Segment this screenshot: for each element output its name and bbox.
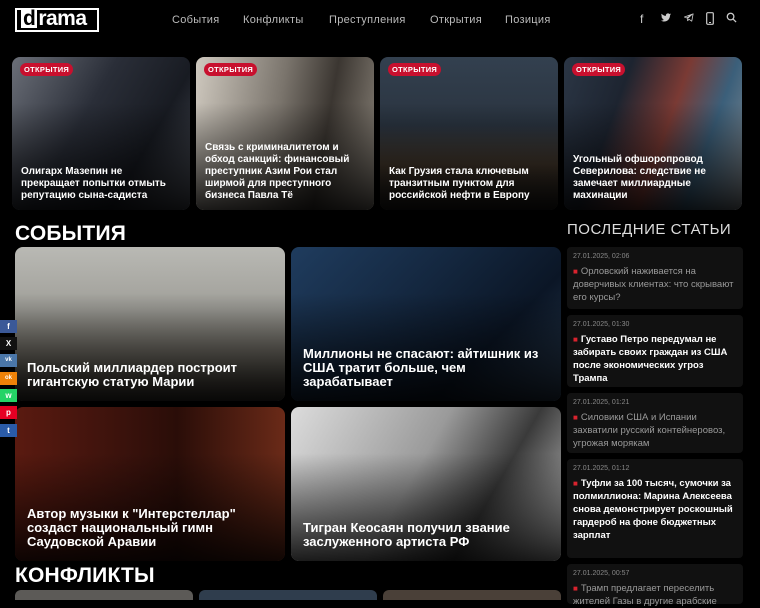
hero-title[interactable]: Как Грузия стала ключевым транзитным пун… bbox=[389, 166, 550, 202]
section-title-conflicts[interactable]: КОНФЛИКТЫ bbox=[15, 564, 155, 588]
card-title[interactable]: Тигран Кеосаян получил звание заслуженно… bbox=[303, 521, 549, 549]
hero-title[interactable]: Олигарх Мазепин не прекращает попытки от… bbox=[21, 166, 182, 202]
category-badge[interactable]: ОТКРЫТИЯ bbox=[388, 63, 442, 76]
article-date: 27.01.2025, 00:57 bbox=[573, 570, 630, 577]
camera-icon: ■ bbox=[573, 335, 578, 344]
facebook-icon[interactable]: f bbox=[640, 12, 643, 26]
category-badge[interactable]: ОТКРЫТИЯ bbox=[204, 63, 258, 76]
hero-card-1[interactable]: ОТКРЫТИЯ Олигарх Мазепин не прекращает п… bbox=[12, 57, 190, 210]
nav-conflicts[interactable]: Конфликты bbox=[243, 14, 304, 26]
card-title[interactable]: Польский миллиардер построит гигантскую … bbox=[27, 361, 273, 389]
camera-icon: ■ bbox=[573, 584, 578, 593]
search-icon[interactable] bbox=[726, 12, 737, 26]
camera-icon: ■ bbox=[573, 479, 578, 488]
nav-discoveries[interactable]: Открытия bbox=[430, 14, 482, 26]
news-card[interactable]: Тигран Кеосаян получил звание заслуженно… bbox=[291, 407, 561, 561]
telegram-icon[interactable] bbox=[683, 12, 695, 26]
share-facebook-icon[interactable]: f bbox=[0, 320, 17, 333]
latest-article[interactable]: 27.01.2025, 01:30 ■ Густаво Петро передум… bbox=[567, 315, 743, 387]
article-date: 27.01.2025, 01:30 bbox=[573, 321, 630, 328]
hero-card-2[interactable]: ОТКРЫТИЯ Связь с криминалитетом и обход … bbox=[196, 57, 374, 210]
article-title[interactable]: ■ Туфли за 100 тысяч, сумочки за полмилли… bbox=[573, 477, 737, 542]
conflict-card[interactable] bbox=[15, 590, 193, 600]
article-title[interactable]: ■ Густаво Петро передумал не забирать сво… bbox=[573, 333, 737, 385]
latest-article[interactable]: 27.01.2025, 02:06 ■ Орловский наживается … bbox=[567, 247, 743, 309]
hero-card-3[interactable]: ОТКРЫТИЯ Как Грузия стала ключевым транз… bbox=[380, 57, 558, 210]
article-date: 27.01.2025, 01:12 bbox=[573, 465, 630, 472]
card-title[interactable]: Миллионы не спасают: айтишник из США тра… bbox=[303, 347, 549, 389]
hero-title[interactable]: Угольный офшоропровод Северилова: следст… bbox=[573, 154, 734, 202]
latest-article[interactable]: 27.01.2025, 00:57 ■ Трамп предлагает пере… bbox=[567, 564, 743, 607]
category-badge[interactable]: ОТКРЫТИЯ bbox=[20, 63, 74, 76]
news-card[interactable]: Польский миллиардер построит гигантскую … bbox=[15, 247, 285, 401]
camera-icon: ■ bbox=[573, 267, 578, 276]
share-whatsapp-icon[interactable]: w bbox=[0, 389, 17, 402]
site-logo[interactable]: d rama bbox=[15, 8, 99, 32]
conflict-card[interactable] bbox=[383, 590, 561, 600]
article-title[interactable]: ■ Силовики США и Испании захватили русски… bbox=[573, 411, 737, 450]
category-badge[interactable]: ОТКРЫТИЯ bbox=[572, 63, 626, 76]
news-card[interactable]: Автор музыки к "Интерстеллар" создаст на… bbox=[15, 407, 285, 561]
share-x-icon[interactable]: X bbox=[0, 337, 17, 350]
nav-events[interactable]: События bbox=[172, 14, 220, 26]
article-date: 27.01.2025, 01:21 bbox=[573, 399, 630, 406]
camera-icon: ■ bbox=[573, 413, 578, 422]
share-telegram-icon[interactable]: t bbox=[0, 424, 17, 437]
top-bar: d rama События Конфликты Преступления Отк… bbox=[0, 0, 760, 40]
card-title[interactable]: Автор музыки к "Интерстеллар" создаст на… bbox=[27, 507, 273, 549]
latest-article[interactable]: 27.01.2025, 01:21 ■ Силовики США и Испани… bbox=[567, 393, 743, 453]
share-pinterest-icon[interactable]: p bbox=[0, 406, 17, 419]
nav-crimes[interactable]: Преступления bbox=[329, 14, 406, 26]
article-title[interactable]: ■ Орловский наживается на доверчивых клие… bbox=[573, 265, 737, 304]
twitter-icon[interactable] bbox=[660, 12, 672, 26]
latest-article[interactable]: 27.01.2025, 01:12 ■ Туфли за 100 тысяч, с… bbox=[567, 459, 743, 558]
share-vk-icon[interactable]: vk bbox=[0, 354, 17, 367]
news-card[interactable]: Миллионы не спасают: айтишник из США тра… bbox=[291, 247, 561, 401]
conflict-card[interactable] bbox=[199, 590, 377, 600]
phone-icon[interactable] bbox=[706, 12, 714, 28]
hero-title[interactable]: Связь с криминалитетом и обход санкций: … bbox=[205, 142, 366, 202]
section-title-events[interactable]: СОБЫТИЯ bbox=[15, 222, 126, 246]
share-ok-icon[interactable]: ok bbox=[0, 372, 17, 385]
article-date: 27.01.2025, 02:06 bbox=[573, 253, 630, 260]
nav-position[interactable]: Позиция bbox=[505, 14, 551, 26]
article-title[interactable]: ■ Трамп предлагает переселить жителей Газ… bbox=[573, 582, 737, 608]
latest-articles-heading: ПОСЛЕДНИЕ СТАТЬИ bbox=[567, 221, 732, 238]
hero-card-4[interactable]: ОТКРЫТИЯ Угольный офшоропровод Северилов… bbox=[564, 57, 742, 210]
